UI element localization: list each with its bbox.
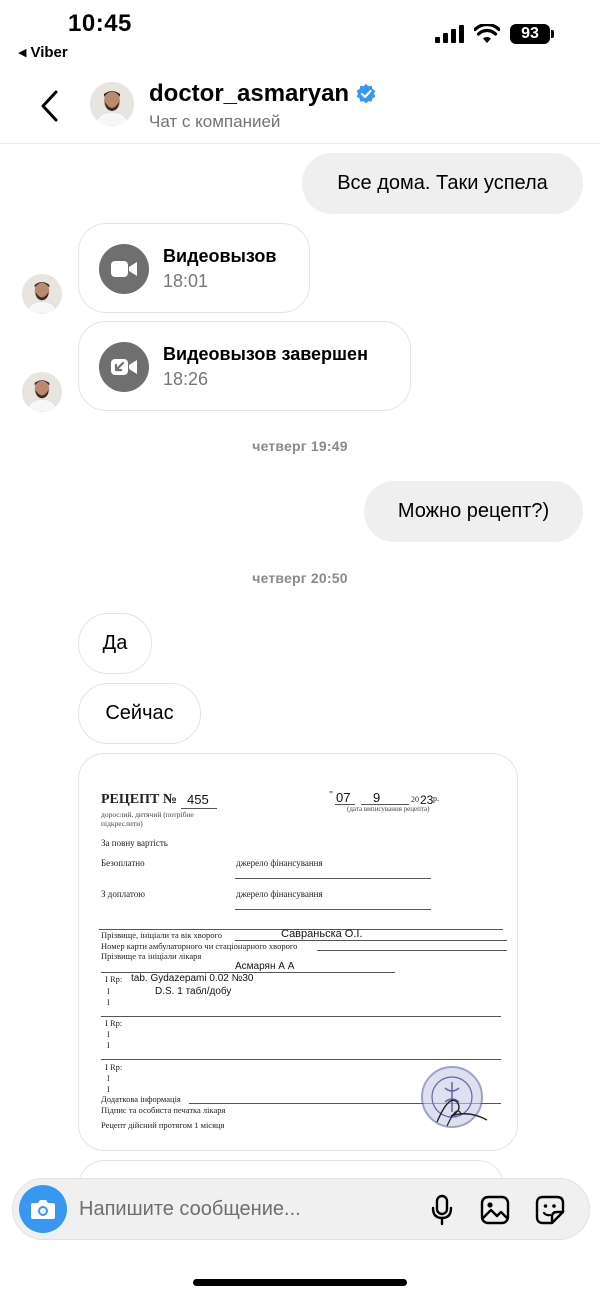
rx-patient-label: Прізвище, ініціали та вік хворого bbox=[101, 930, 223, 940]
back-triangle-icon: ◀ bbox=[18, 47, 27, 59]
video-call-ended-icon bbox=[99, 342, 149, 392]
rx-title: РЕЦЕПТ № bbox=[101, 792, 177, 807]
battery-level: 93 bbox=[510, 24, 550, 44]
rx-patient-value: Савраньска О.І. bbox=[281, 928, 363, 940]
call-time: 18:01 bbox=[163, 271, 209, 291]
chat-contact-name[interactable]: doctor_asmaryan bbox=[149, 80, 377, 108]
contact-name-text: doctor_asmaryan bbox=[149, 80, 350, 107]
prescription-document: РЕЦЕПТ № 455 дорослий, дитячий (потрібне… bbox=[79, 754, 517, 1150]
rx-line-1: tab. Gydazepami 0.02 №30 bbox=[131, 973, 254, 984]
sender-avatar[interactable] bbox=[22, 372, 62, 412]
profile-avatar[interactable] bbox=[90, 82, 134, 126]
rx-subtitle-2: підкреслити) bbox=[101, 819, 143, 828]
rx-subtitle-1: дорослий, дитячий (потрібне bbox=[101, 810, 194, 819]
verified-badge-icon bbox=[356, 84, 376, 104]
rx-extra-info: Додаткова інформація bbox=[101, 1094, 181, 1104]
rx-rp-1: I Rp: bbox=[105, 974, 123, 984]
home-indicator[interactable] bbox=[193, 1279, 407, 1286]
rx-number: 455 bbox=[187, 792, 209, 807]
status-time: 10:45 bbox=[68, 10, 132, 37]
doctor-stamp-seal-icon bbox=[421, 1066, 488, 1128]
rx-date-caption: (дата виписування рецепта) bbox=[347, 805, 430, 813]
sticker-icon[interactable] bbox=[533, 1193, 567, 1227]
gallery-icon[interactable] bbox=[478, 1193, 512, 1227]
rx-copay: З доплатою bbox=[101, 889, 145, 899]
call-title: Видеовызов завершен bbox=[163, 344, 368, 364]
message-timestamp: четверг 20:50 bbox=[252, 570, 348, 586]
microphone-icon[interactable] bbox=[425, 1193, 459, 1227]
camera-icon[interactable] bbox=[19, 1185, 67, 1233]
rx-rp-3: I Rp: bbox=[105, 1062, 123, 1072]
rx-date-day: 07 bbox=[336, 790, 351, 805]
sender-avatar[interactable] bbox=[22, 274, 62, 314]
video-call-card[interactable]: Видеовызов 18:01 bbox=[78, 223, 310, 313]
rx-date-month: 9 bbox=[373, 790, 381, 805]
incoming-message[interactable]: Сейчас bbox=[78, 683, 201, 744]
rx-signature-label: Підпис та особиста печатка лікаря bbox=[101, 1105, 226, 1115]
cellular-signal-icon bbox=[435, 25, 464, 43]
status-indicators: 93 bbox=[435, 24, 554, 44]
rx-validity: Рецепт дійсний протягом 1 місяця bbox=[101, 1120, 225, 1130]
rx-rp-2: I Rp: bbox=[105, 1018, 123, 1028]
incoming-message[interactable]: Да bbox=[78, 613, 152, 674]
rx-funding-1: джерело фінансування bbox=[236, 858, 323, 868]
rx-full-price: За повну вартість bbox=[101, 838, 168, 848]
status-bar: 10:45 ◀ Viber 93 bbox=[0, 0, 600, 70]
back-to-app-link[interactable]: ◀ Viber bbox=[18, 44, 68, 61]
rx-funding-2: джерело фінансування bbox=[236, 889, 323, 899]
rx-card-label: Номер карти амбулаторного чи стаціонарно… bbox=[101, 941, 298, 951]
message-input[interactable] bbox=[79, 1193, 399, 1225]
battery-indicator: 93 bbox=[510, 24, 554, 44]
rx-doctor-label: Прізвище та ініціали лікаря bbox=[101, 951, 202, 961]
chat-subtitle: Чат с компанией bbox=[149, 112, 281, 131]
rx-line-2: D.S. 1 табл/добу bbox=[155, 986, 232, 997]
rx-free: Безоплатно bbox=[101, 858, 145, 868]
outgoing-message[interactable]: Можно рецепт?) bbox=[364, 481, 583, 542]
call-title: Видеовызов bbox=[163, 246, 277, 266]
wifi-icon bbox=[474, 24, 500, 43]
call-time: 18:26 bbox=[163, 369, 209, 389]
back-app-label: Viber bbox=[30, 44, 68, 61]
chat-header: doctor_asmaryan Чат с компанией bbox=[0, 72, 600, 144]
rx-doctor-value: Асмарян А А bbox=[235, 961, 295, 972]
video-camera-icon bbox=[99, 244, 149, 294]
prescription-image-message[interactable]: РЕЦЕПТ № 455 дорослий, дитячий (потрібне… bbox=[78, 753, 518, 1151]
message-composer bbox=[12, 1178, 590, 1240]
message-timestamp: четверг 19:49 bbox=[252, 438, 348, 454]
video-call-ended-card[interactable]: Видеовызов завершен 18:26 bbox=[78, 321, 411, 411]
back-chevron-icon[interactable] bbox=[36, 88, 64, 124]
outgoing-message[interactable]: Все дома. Таки успела bbox=[302, 153, 583, 214]
